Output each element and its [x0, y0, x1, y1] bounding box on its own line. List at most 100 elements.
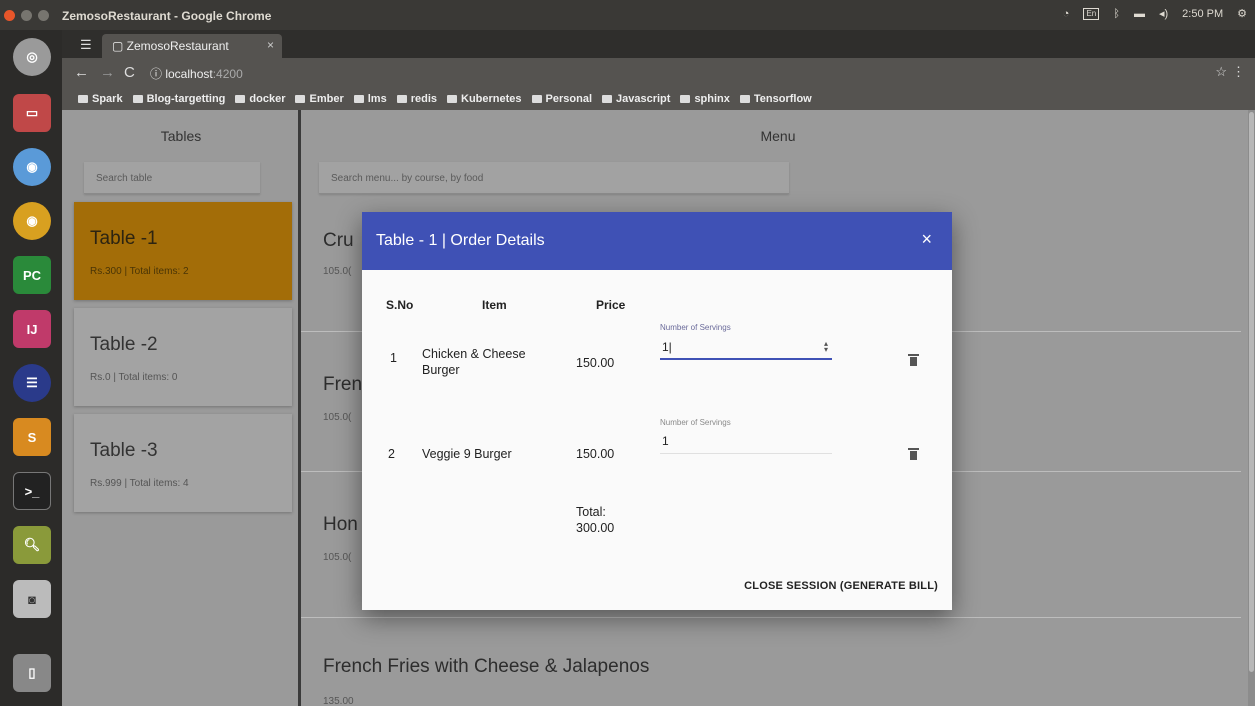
menu-item-name: Cru	[323, 230, 354, 251]
folder-icon	[680, 95, 691, 103]
battery-icon[interactable]: ▬	[1134, 8, 1145, 20]
table-summary: Rs.300 | Total items: 2	[90, 266, 189, 277]
volume-icon[interactable]: ◂)	[1159, 7, 1168, 20]
folder-icon	[447, 95, 457, 103]
bookmark-item[interactable]: redis	[396, 93, 437, 105]
tables-title: Tables	[160, 128, 202, 144]
window-close-button[interactable]	[4, 10, 15, 21]
bookmark-item[interactable]: Tensorflow	[739, 93, 812, 105]
tab-search-icon[interactable]: ☰	[80, 37, 92, 53]
back-icon[interactable]: ←	[74, 64, 89, 81]
row-item: Chicken & Cheese Burger	[422, 346, 526, 378]
bookmark-item[interactable]: Kubernetes	[447, 93, 522, 105]
clock[interactable]: 2:50 PM	[1182, 8, 1223, 20]
col-header-item: Item	[482, 298, 507, 312]
menu-item[interactable]: French Fries with Cheese & Jalapenos 135…	[301, 618, 1241, 706]
folder-icon	[531, 95, 542, 103]
bookmark-item[interactable]: Ember	[295, 93, 344, 105]
system-tray: ◔ En ᛒ ▬ ◂) 2:50 PM ⚙	[1063, 7, 1247, 20]
sublime-icon[interactable]: S	[13, 418, 51, 456]
bookmark-item[interactable]: lms	[353, 93, 387, 105]
files-icon[interactable]: ▭	[13, 94, 51, 132]
table-card[interactable]: Table -2 Rs.0 | Total items: 0	[74, 308, 292, 406]
bookmark-item[interactable]: Javascript	[602, 93, 670, 105]
search-table-input[interactable]: Search table	[84, 162, 260, 194]
scrollbar-thumb[interactable]	[1249, 112, 1254, 672]
bookmark-item[interactable]: Spark	[78, 93, 123, 105]
bookmark-item[interactable]: sphinx	[680, 93, 730, 105]
servings-input[interactable]: 1| ▴ ▾	[660, 338, 832, 360]
row-sno: 1	[390, 351, 397, 365]
wifi-icon[interactable]: ◔	[1063, 8, 1070, 20]
dialog-title: Table - 1 | Order Details	[376, 232, 545, 249]
table-card[interactable]: Table -3 Rs.999 | Total items: 4	[74, 414, 292, 512]
bluetooth-icon[interactable]: ᛒ	[1113, 8, 1120, 20]
row-price: 150.00	[576, 356, 615, 370]
bookmark-label: lms	[367, 93, 387, 105]
browser-tab[interactable]: ▢ ZemosoRestaurant ×	[102, 34, 282, 58]
browser-menu-icon[interactable]: ⋮	[1232, 64, 1245, 80]
address-bar[interactable]: ⓘ localhost:4200	[144, 63, 1174, 83]
bookmark-label: Tensorflow	[753, 93, 812, 105]
keyboard-icon[interactable]: En	[1083, 7, 1100, 20]
reload-icon[interactable]: C	[124, 64, 135, 81]
bookmark-label: Personal	[545, 93, 592, 105]
delete-icon[interactable]	[908, 448, 919, 460]
ubuntu-dash-icon[interactable]: ◎	[13, 38, 51, 76]
table-summary: Rs.999 | Total items: 4	[90, 478, 189, 489]
table-summary: Rs.0 | Total items: 0	[90, 372, 178, 383]
bookmarks-bar: Spark Blog-targetting docker Ember lms redis K…	[62, 88, 1255, 110]
gear-icon[interactable]: ⚙	[1237, 7, 1247, 20]
url-port: :4200	[212, 67, 243, 81]
bookmark-label: sphinx	[694, 93, 730, 105]
bookmark-star-icon[interactable]: ☆	[1215, 64, 1227, 80]
row-sno: 2	[388, 447, 395, 461]
servings-input[interactable]: 1	[660, 432, 832, 454]
bookmark-label: Blog-targetting	[146, 93, 226, 105]
bookmark-label: Spark	[92, 93, 123, 105]
table-name: Table -2	[90, 334, 158, 355]
tab-close-icon[interactable]: ×	[267, 38, 274, 52]
intellij-icon[interactable]: IJ	[13, 310, 51, 348]
close-session-button[interactable]: CLOSE SESSION (GENERATE BILL)	[744, 580, 938, 592]
camera-icon[interactable]: ◙	[13, 580, 51, 618]
row-item: Veggie 9 Burger	[422, 447, 512, 461]
trash-icon[interactable]: ▯	[13, 654, 51, 692]
row-price: 150.00	[576, 447, 615, 461]
bookmark-item[interactable]: Blog-targetting	[132, 93, 226, 105]
bookmark-item[interactable]: docker	[235, 93, 285, 105]
col-header-sno: S.No	[386, 298, 414, 312]
bookmark-label: docker	[249, 93, 286, 105]
folder-icon	[353, 95, 364, 103]
order-total: Total: 300.00	[576, 504, 614, 536]
window-controls	[4, 10, 49, 21]
eclipse-icon[interactable]: ☰	[13, 364, 51, 402]
bookmark-item[interactable]: Personal	[531, 93, 592, 105]
forward-icon[interactable]: →	[100, 64, 115, 81]
dialog-header: Table - 1 | Order Details ×	[362, 212, 952, 270]
search-icon[interactable]: 🔍︎	[13, 526, 51, 564]
folder-icon	[396, 95, 407, 103]
terminal-icon[interactable]: >_	[13, 472, 51, 510]
order-details-dialog: Table - 1 | Order Details × S.No Item Pr…	[362, 212, 952, 610]
tab-title: ZemosoRestaurant	[126, 39, 229, 53]
page-scrollbar[interactable]	[1248, 110, 1255, 706]
delete-icon[interactable]	[908, 354, 919, 366]
window-minimize-button[interactable]	[21, 10, 32, 21]
folder-icon	[132, 95, 143, 103]
chromium-icon[interactable]: ◉	[13, 148, 51, 186]
table-card[interactable]: Table -1 Rs.300 | Total items: 2	[74, 202, 292, 300]
search-menu-input[interactable]: Search menu... by course, by food	[319, 162, 789, 194]
window-maximize-button[interactable]	[38, 10, 49, 21]
pycharm-icon[interactable]: PC	[13, 256, 51, 294]
bookmark-label: redis	[410, 93, 437, 105]
menu-item-name: French Fries with Cheese & Jalapenos	[323, 656, 650, 677]
menu-item-price: 135.00	[323, 696, 354, 706]
row-item-line: Chicken & Cheese	[422, 347, 526, 361]
chrome-icon[interactable]: ◉	[13, 202, 51, 240]
stepper-arrows-icon[interactable]: ▴ ▾	[824, 340, 828, 354]
close-icon[interactable]: ×	[921, 229, 932, 250]
bookmark-label: Ember	[309, 93, 344, 105]
browser-tab-strip: ☰ ▢ ZemosoRestaurant ×	[62, 30, 1255, 58]
menu-item-price: 105.0(	[323, 266, 352, 277]
